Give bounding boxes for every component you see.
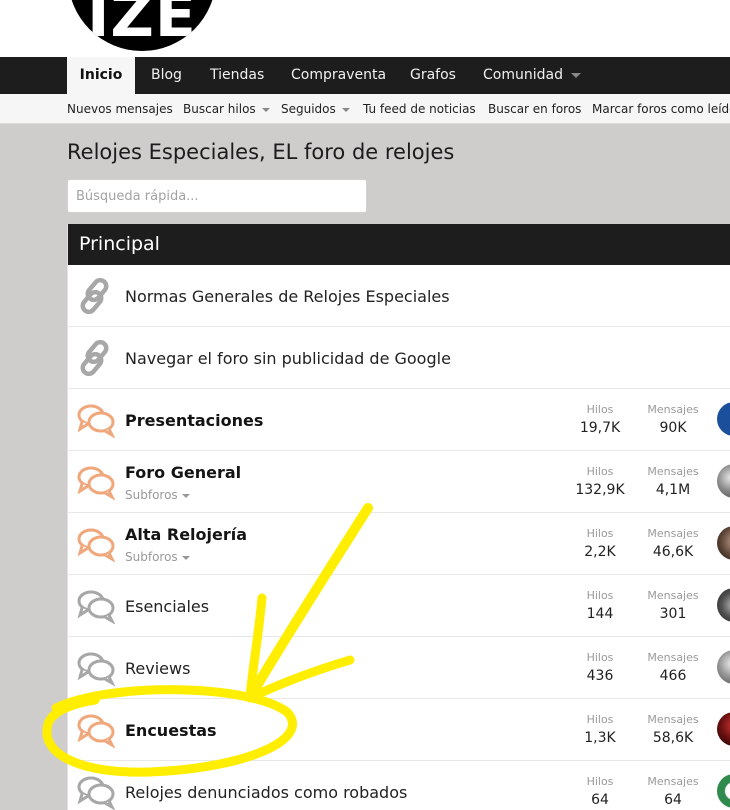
quick-search-input[interactable] [67, 179, 367, 213]
nav-tab-blog[interactable]: Blog [151, 57, 182, 94]
chevron-down-icon [181, 555, 190, 560]
threads-label: Hilos [586, 465, 614, 478]
threads-count: 436 [586, 668, 614, 684]
forum-title[interactable]: Relojes denunciados como robados [125, 783, 407, 802]
page-title: Relojes Especiales, EL foro de relojes [67, 140, 455, 164]
chat-bubbles-read-icon [77, 776, 115, 810]
subnav-news-feed[interactable]: Tu feed de noticias [363, 94, 476, 124]
logo-text: IZE [87, 0, 197, 51]
nav-tab-tiendas[interactable]: Tiendas [210, 57, 264, 94]
chat-bubbles-unread-icon [77, 404, 115, 438]
chevron-down-icon [341, 107, 350, 112]
forum-category-principal: Principal Normas Generales de Relojes Es… [67, 224, 730, 810]
messages-count: 301 [659, 606, 687, 622]
avatar[interactable] [717, 402, 730, 436]
subnav-watched-label: Seguidos [281, 102, 336, 116]
sub-nav: Nuevos mensajes Buscar hilos Seguidos Tu… [0, 94, 730, 124]
forum-row[interactable]: Navegar el foro sin publicidad de Google [68, 327, 730, 389]
subnav-search-threads[interactable]: Buscar hilos [183, 94, 270, 124]
site-banner: IZE [0, 0, 730, 57]
threads-count: 1,3K [584, 730, 616, 746]
nav-tab-compraventa[interactable]: Compraventa [291, 57, 386, 94]
messages-label: Mensajes [647, 713, 699, 726]
subforums-toggle[interactable]: Subforos [125, 550, 190, 564]
forum-title[interactable]: Alta Relojería [125, 525, 247, 544]
forum-row[interactable]: Presentaciones Hilos 19,7K Mensajes 90K [68, 389, 730, 451]
subnav-new-posts[interactable]: Nuevos mensajes [67, 94, 173, 124]
avatar[interactable] [717, 464, 730, 498]
threads-count: 2,2K [584, 544, 616, 560]
chevron-down-icon [570, 72, 581, 78]
messages-label: Mensajes [647, 465, 699, 478]
forum-row[interactable]: Encuestas Hilos 1,3K Mensajes 58,6K [68, 699, 730, 761]
subnav-search-threads-label: Buscar hilos [183, 102, 256, 116]
forum-title[interactable]: Normas Generales de Relojes Especiales [125, 287, 450, 306]
forum-row[interactable]: Reviews Hilos 436 Mensajes 466 [68, 637, 730, 699]
avatar[interactable] [717, 774, 730, 808]
site-logo[interactable]: IZE [68, 0, 216, 51]
category-title[interactable]: Principal [68, 224, 730, 265]
threads-label: Hilos [586, 775, 614, 788]
chat-bubbles-read-icon [77, 590, 115, 624]
subnav-watched[interactable]: Seguidos [281, 94, 350, 124]
forum-title[interactable]: Foro General [125, 463, 241, 482]
forum-row[interactable]: Foro General Subforos Hilos 132,9K Mensa… [68, 451, 730, 513]
messages-label: Mensajes [647, 775, 699, 788]
forum-title[interactable]: Reviews [125, 659, 190, 678]
avatar[interactable] [717, 712, 730, 746]
subforums-label: Subforos [125, 488, 178, 502]
chat-bubbles-unread-icon [77, 714, 115, 748]
nav-tab-comunidad-label: Comunidad [483, 67, 563, 83]
threads-count: 144 [586, 606, 614, 622]
nav-tab-inicio[interactable]: Inicio [67, 57, 135, 94]
chat-bubbles-read-icon [77, 652, 115, 686]
subnav-mark-read[interactable]: Marcar foros como leídos [592, 94, 730, 124]
threads-count: 132,9K [575, 482, 625, 498]
forum-title[interactable]: Presentaciones [125, 411, 263, 430]
messages-count: 466 [659, 668, 687, 684]
messages-count: 90K [659, 420, 687, 436]
threads-label: Hilos [586, 651, 614, 664]
forum-row[interactable]: Alta Relojería Subforos Hilos 2,2K Mensa… [68, 513, 730, 575]
messages-label: Mensajes [647, 589, 699, 602]
messages-count: 4,1M [655, 482, 691, 498]
forum-title[interactable]: Navegar el foro sin publicidad de Google [125, 349, 451, 368]
chevron-down-icon [181, 493, 190, 498]
forum-title[interactable]: Encuestas [125, 721, 217, 740]
forum-row[interactable]: Esenciales Hilos 144 Mensajes 301 [68, 575, 730, 637]
threads-label: Hilos [586, 713, 614, 726]
subforums-label: Subforos [125, 550, 178, 564]
messages-count: 64 [664, 792, 682, 808]
chevron-down-icon [261, 107, 270, 112]
threads-label: Hilos [586, 403, 614, 416]
avatar[interactable] [717, 526, 730, 560]
threads-label: Hilos [586, 589, 614, 602]
nav-tab-grafos[interactable]: Grafos [410, 57, 456, 94]
subnav-search-forums[interactable]: Buscar en foros [488, 94, 581, 124]
chat-bubbles-unread-icon [77, 466, 115, 500]
avatar[interactable] [717, 588, 730, 622]
messages-count: 46,6K [652, 544, 694, 560]
messages-count: 58,6K [652, 730, 694, 746]
messages-label: Mensajes [647, 651, 699, 664]
forum-row[interactable]: Normas Generales de Relojes Especiales [68, 265, 730, 327]
subforums-toggle[interactable]: Subforos [125, 488, 190, 502]
main-nav: Inicio Blog Tiendas Compraventa Grafos C… [0, 57, 730, 94]
threads-label: Hilos [586, 527, 614, 540]
threads-count: 19,7K [579, 420, 621, 436]
forum-row[interactable]: Relojes denunciados como robados Hilos 6… [68, 761, 730, 810]
link-icon [80, 340, 109, 376]
messages-label: Mensajes [647, 403, 699, 416]
forum-title[interactable]: Esenciales [125, 597, 209, 616]
chat-bubbles-unread-icon [77, 528, 115, 562]
messages-label: Mensajes [647, 527, 699, 540]
nav-tab-comunidad[interactable]: Comunidad [483, 57, 581, 94]
link-icon [80, 278, 109, 314]
avatar[interactable] [717, 650, 730, 684]
threads-count: 64 [591, 792, 609, 808]
